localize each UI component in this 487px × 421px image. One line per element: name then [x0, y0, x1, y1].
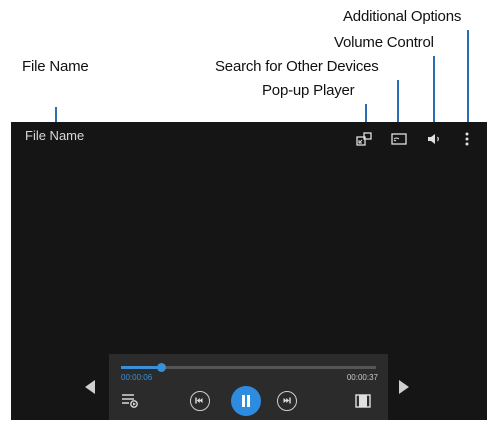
video-player-screen[interactable]: File Name 00:00:06 00:00:37	[11, 122, 487, 420]
leader-additional-options	[467, 30, 469, 130]
volume-icon[interactable]	[427, 132, 443, 151]
aspect-ratio-icon[interactable]	[355, 394, 371, 413]
pause-icon	[242, 395, 250, 407]
progress-slider[interactable]	[121, 363, 376, 372]
callout-popup-player: Pop-up Player	[262, 82, 355, 99]
file-name-label: File Name	[25, 128, 85, 143]
callout-volume-control: Volume Control	[334, 34, 434, 51]
playback-control-panel: 00:00:06 00:00:37	[109, 354, 388, 420]
playlist-icon[interactable]	[121, 392, 139, 413]
next-button[interactable]	[277, 391, 297, 411]
pause-button[interactable]	[231, 386, 261, 416]
previous-video-arrow-icon[interactable]	[85, 380, 95, 394]
screen-mirroring-icon[interactable]	[391, 132, 407, 151]
popup-player-icon[interactable]	[356, 132, 372, 151]
total-time: 00:00:37	[346, 373, 378, 382]
callout-search-devices: Search for Other Devices	[215, 58, 379, 75]
previous-button[interactable]	[190, 391, 210, 411]
callout-file-name: File Name	[22, 58, 89, 75]
elapsed-time: 00:00:06	[121, 373, 153, 382]
previous-icon	[195, 397, 203, 404]
leader-volume-control	[433, 56, 435, 130]
progress-fill	[121, 366, 162, 369]
callout-additional-options: Additional Options	[343, 8, 462, 25]
next-video-arrow-icon[interactable]	[399, 380, 409, 394]
more-options-icon[interactable]	[465, 132, 469, 151]
next-icon	[283, 397, 291, 404]
progress-thumb[interactable]	[157, 363, 167, 372]
